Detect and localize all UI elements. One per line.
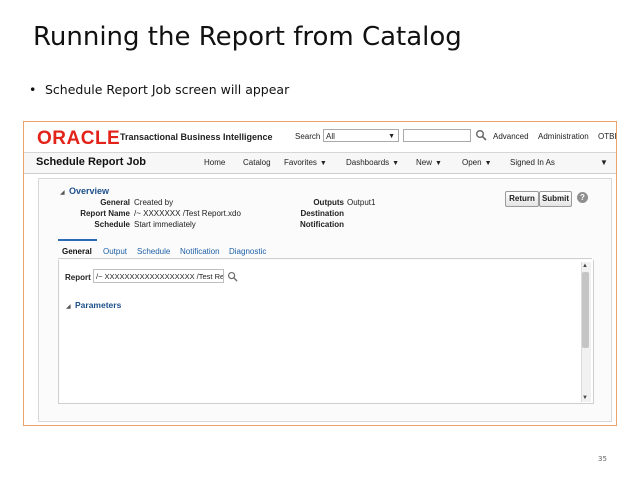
tab-schedule[interactable]: Schedule: [137, 247, 170, 256]
notification-label: Notification: [300, 220, 344, 229]
outputs-label: Outputs: [313, 198, 344, 207]
nav-dashboards-label: Dashboards: [346, 158, 390, 167]
tab-diagnostic[interactable]: Diagnostic: [229, 247, 266, 256]
nav-favorites-label: Favorites: [284, 158, 317, 167]
chevron-down-icon: ▼: [388, 133, 395, 140]
overview-heading[interactable]: Overview: [69, 186, 109, 196]
screenshot-frame: ORACLE Transactional Business Intelligen…: [23, 121, 617, 426]
product-name: Transactional Business Intelligence: [120, 132, 273, 142]
bullet-symbol: •: [29, 82, 37, 97]
search-scope-select[interactable]: All ▼: [323, 129, 399, 142]
otbi-link[interactable]: OTBI: [598, 132, 616, 141]
user-menu-chevron-icon[interactable]: ▼: [600, 158, 608, 167]
nav-new[interactable]: New ▼: [416, 158, 442, 167]
search-scope-value: All: [326, 132, 335, 141]
nav-home[interactable]: Home: [204, 158, 225, 167]
oracle-logo: ORACLE: [37, 128, 121, 149]
nav-dashboards[interactable]: Dashboards ▼: [346, 158, 399, 167]
collapse-triangle-icon[interactable]: ◢: [60, 189, 65, 196]
search-input[interactable]: [403, 129, 471, 142]
nav-catalog[interactable]: Catalog: [243, 158, 271, 167]
tab-divider: [58, 258, 592, 259]
chevron-down-icon: ▼: [484, 160, 492, 167]
tab-output[interactable]: Output: [103, 247, 127, 256]
parameters-heading[interactable]: Parameters: [75, 300, 121, 310]
nav-favorites[interactable]: Favorites ▼: [284, 158, 327, 167]
report-name-value: /~ XXXXXXX /Test Report.xdo: [134, 209, 241, 218]
schedule-value: Start immediately: [134, 220, 196, 229]
help-icon[interactable]: ?: [577, 192, 588, 203]
search-icon[interactable]: [475, 129, 487, 141]
chevron-down-icon: ▼: [435, 160, 442, 167]
return-button[interactable]: Return: [505, 191, 539, 207]
tab-notification[interactable]: Notification: [180, 247, 220, 256]
report-label: Report: [65, 273, 91, 282]
scroll-down-arrow-icon[interactable]: ▼: [582, 395, 588, 401]
bullet-text: Schedule Report Job screen will appear: [45, 82, 290, 97]
slide-page-number: 35: [598, 455, 607, 463]
search-icon[interactable]: [227, 271, 238, 282]
tab-general[interactable]: General: [62, 247, 92, 256]
scroll-thumb[interactable]: [582, 272, 589, 348]
general-value: Created by: [134, 198, 174, 207]
scroll-up-arrow-icon[interactable]: ▲: [582, 263, 588, 269]
schedule-label: Schedule: [94, 220, 130, 229]
nav-open[interactable]: Open ▼: [462, 158, 492, 167]
chevron-down-icon: ▼: [319, 160, 327, 167]
bullet-item: • Schedule Report Job screen will appear: [29, 82, 289, 97]
outputs-value: Output1: [347, 198, 376, 207]
report-name-label: Report Name: [80, 209, 130, 218]
nav-new-label: New: [416, 158, 433, 167]
active-tab-indicator: [58, 239, 97, 241]
nav-signed-in-as[interactable]: Signed In As: [510, 158, 555, 167]
report-path-field[interactable]: /~ XXXXXXXXXXXXXXXXXX /Test Rep: [93, 269, 224, 283]
administration-link[interactable]: Administration: [538, 132, 589, 141]
slide-title: Running the Report from Catalog: [33, 22, 462, 52]
collapse-triangle-icon[interactable]: ◢: [66, 303, 71, 310]
search-label: Search: [295, 132, 321, 141]
advanced-link[interactable]: Advanced: [493, 132, 529, 141]
page-title: Schedule Report Job: [36, 156, 147, 168]
general-label: General: [100, 198, 130, 207]
chevron-down-icon: ▼: [392, 160, 400, 167]
submit-button[interactable]: Submit: [539, 191, 572, 207]
destination-label: Destination: [300, 209, 344, 218]
nav-open-label: Open: [462, 158, 482, 167]
